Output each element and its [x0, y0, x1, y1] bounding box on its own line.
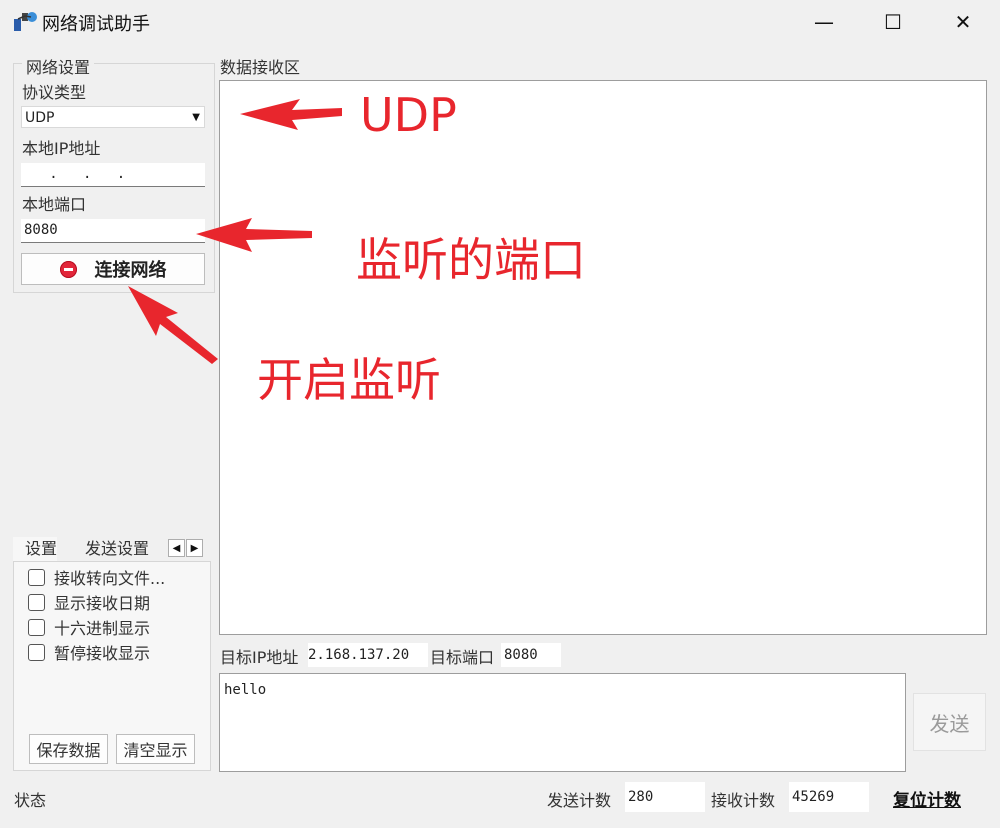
checkbox-box[interactable]: [28, 593, 45, 611]
send-count-value: 280: [625, 782, 705, 812]
checkbox-label: 显示接收日期: [54, 594, 151, 613]
recv-count-value: 45269: [789, 782, 869, 812]
tab-send-settings[interactable]: 发送设置: [59, 537, 175, 561]
checkbox-hex-display[interactable]: 十六进制显示: [28, 616, 150, 638]
recv-count-label: 接收计数: [711, 791, 776, 810]
send-button[interactable]: 发送: [913, 693, 986, 751]
checkbox-box[interactable]: [28, 568, 45, 586]
checkbox-label: 十六进制显示: [54, 619, 151, 638]
target-port-label: 目标端口: [430, 648, 495, 667]
target-ip-label: 目标IP地址: [220, 648, 299, 667]
arrow-udp: [240, 99, 342, 130]
checkbox-receive-to-file[interactable]: 接收转向文件...: [28, 566, 165, 588]
arrow-port: [196, 218, 312, 252]
send-count-label: 发送计数: [547, 791, 612, 810]
checkbox-pause-display[interactable]: 暂停接收显示: [28, 641, 150, 663]
clear-display-button[interactable]: 清空显示: [116, 734, 195, 764]
checkbox-show-date[interactable]: 显示接收日期: [28, 591, 150, 613]
checkbox-label: 暂停接收显示: [54, 644, 151, 663]
annotation-listen-port: 监听的端口: [356, 233, 586, 287]
tab-scroll-right-icon[interactable]: ▶: [186, 539, 203, 557]
annotation-start-listen: 开启监听: [257, 353, 441, 407]
settings-tab-bar: 设置 发送设置 ◀ ▶: [13, 537, 213, 561]
arrow-connect: [128, 286, 218, 364]
send-message-input[interactable]: hello: [219, 673, 906, 772]
reset-count-button[interactable]: 复位计数: [893, 786, 961, 811]
tab-scroll-left-icon[interactable]: ◀: [168, 539, 185, 557]
checkbox-label: 接收转向文件...: [54, 569, 166, 588]
target-port-input[interactable]: 8080: [501, 643, 561, 667]
tab-receive-settings[interactable]: 设置: [13, 537, 57, 561]
save-data-button[interactable]: 保存数据: [29, 734, 108, 764]
checkbox-box[interactable]: [28, 643, 45, 661]
target-ip-input[interactable]: 2.168.137.20: [308, 643, 428, 667]
checkbox-box[interactable]: [28, 618, 45, 636]
status-label: 状态: [14, 791, 47, 810]
annotation-udp: UDP: [360, 88, 457, 142]
